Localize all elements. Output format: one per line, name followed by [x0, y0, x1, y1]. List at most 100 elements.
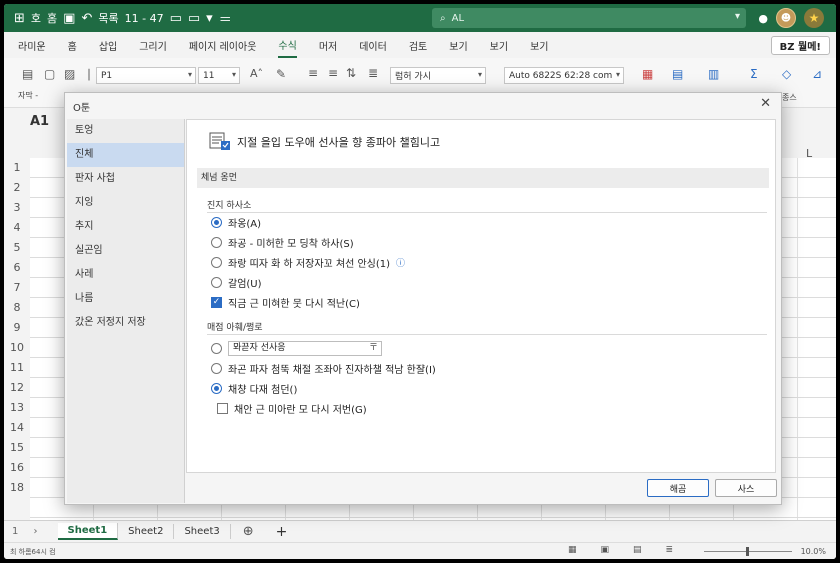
nav-item-customize[interactable]: 갔온 저정지 저장: [67, 311, 184, 335]
format-table-icon[interactable]: ▤: [672, 67, 683, 81]
radio-option-manual[interactable]: 갈엄(U): [211, 274, 262, 290]
option-select[interactable]: 뫄끋자 선사응 〒: [228, 340, 382, 356]
row-header[interactable]: 13: [4, 398, 30, 418]
format-icon[interactable]: ✎: [276, 67, 286, 81]
tab-formulas[interactable]: 수식: [278, 33, 297, 58]
tab-file[interactable]: 라미운: [18, 34, 46, 57]
checkbox-repeat[interactable]: 채안 근 미아란 모 다시 저번(G): [217, 400, 367, 416]
add-sheet-plus-icon[interactable]: +: [276, 524, 288, 540]
radio-button[interactable]: [211, 216, 222, 228]
nav-item-data[interactable]: 판자 사첩: [67, 167, 184, 191]
font-name-select[interactable]: P1 ▾: [96, 67, 196, 84]
zoom-level[interactable]: 10.0%: [801, 547, 826, 556]
tab-home[interactable]: 홈: [68, 34, 77, 57]
sheet-tab-3[interactable]: Sheet3: [174, 524, 231, 539]
row-header[interactable]: 7: [4, 278, 30, 298]
title-search-box[interactable]: ⌕ AL ▾: [432, 8, 746, 28]
row-header[interactable]: 18: [4, 478, 30, 498]
row-header[interactable]: 9: [4, 318, 30, 338]
radio-option-automatic[interactable]: 좌옹(A): [211, 214, 261, 230]
autosum-icon[interactable]: Σ: [750, 67, 758, 81]
radio-option-enable[interactable]: 채챵 다재 첨던(): [211, 380, 297, 396]
cell-styles-icon[interactable]: ▥: [708, 67, 719, 81]
checkbox[interactable]: ✓: [211, 296, 222, 308]
qat-item-2[interactable]: 홈: [47, 10, 57, 26]
nav-item-accessibility[interactable]: 사레: [67, 263, 184, 287]
nav-item-advanced[interactable]: 나름: [67, 287, 184, 311]
fill-icon[interactable]: ◇: [782, 67, 791, 81]
sheet-tab-2[interactable]: Sheet2: [118, 524, 175, 539]
sort-icon[interactable]: ⇅: [346, 66, 356, 80]
row-header[interactable]: 12: [4, 378, 30, 398]
row-header[interactable]: 8: [4, 298, 30, 318]
nav-item-proofing[interactable]: 지잉: [67, 191, 184, 215]
radio-option-automatic-except[interactable]: 좌공 - 미허한 모 딩착 하사(S): [211, 234, 354, 250]
tab-insert[interactable]: 삽입: [99, 34, 117, 57]
radio-button[interactable]: [211, 276, 222, 288]
radio-button[interactable]: [211, 362, 222, 374]
radio-option-select[interactable]: 뫄끋자 선사응 〒: [211, 340, 382, 356]
font-size-select[interactable]: 11 ▾: [198, 67, 240, 84]
nav-item-general[interactable]: 토엉: [67, 119, 184, 143]
tab-view[interactable]: 보기: [449, 34, 467, 57]
tab-review[interactable]: 검토: [409, 34, 427, 57]
page-break-view-icon[interactable]: ▤: [633, 545, 642, 555]
qat-dropdown-icon[interactable]: ▾: [206, 11, 213, 26]
tab-view-2[interactable]: 보기: [490, 34, 508, 57]
zoom-menu-icon[interactable]: ≣: [666, 545, 674, 555]
tab-view-3[interactable]: 보기: [530, 34, 548, 57]
save-icon[interactable]: ▣: [63, 11, 75, 26]
tab-mail[interactable]: 머저: [319, 34, 337, 57]
sort-filter-icon[interactable]: ⊿: [812, 67, 822, 81]
star-icon[interactable]: ★: [804, 8, 824, 28]
format-painter-icon[interactable]: ▨: [64, 67, 75, 81]
row-header[interactable]: 2: [4, 178, 30, 198]
tab-draw[interactable]: 그리기: [139, 34, 167, 57]
row-header[interactable]: 10: [4, 338, 30, 358]
nav-item-formulas[interactable]: 진체: [67, 143, 184, 167]
row-header[interactable]: 11: [4, 358, 30, 378]
radio-button[interactable]: [211, 342, 222, 354]
row-header[interactable]: 16: [4, 458, 30, 478]
qat-item-1[interactable]: 호: [31, 10, 41, 26]
row-header[interactable]: 5: [4, 238, 30, 258]
checkbox[interactable]: [217, 402, 228, 414]
row-header[interactable]: 3: [4, 198, 30, 218]
zoom-slider-thumb[interactable]: [746, 547, 749, 556]
row-header[interactable]: 6: [4, 258, 30, 278]
radio-button[interactable]: [211, 382, 222, 394]
screen-icon[interactable]: ▭: [188, 11, 200, 26]
number-format-select[interactable]: Auto 6822S 62:28 com ▾: [504, 67, 624, 84]
nav-item-language[interactable]: 실곤임: [67, 239, 184, 263]
nav-item-save[interactable]: 추지: [67, 215, 184, 239]
avatar[interactable]: ☻: [776, 8, 796, 28]
add-sheet-circle-icon[interactable]: ⊕: [243, 524, 254, 539]
qat-item-4[interactable]: 목록: [98, 10, 118, 26]
radio-button[interactable]: [211, 236, 222, 248]
align-top-icon[interactable]: ≡: [308, 66, 318, 80]
share-button[interactable]: BZ 뭘메!: [770, 36, 830, 55]
conditional-format-icon[interactable]: ▦: [642, 67, 653, 81]
align-middle-icon[interactable]: ≡: [328, 66, 338, 80]
tab-page-layout[interactable]: 페이지 레이아웃: [189, 34, 257, 57]
radio-button[interactable]: [211, 256, 222, 268]
row-header[interactable]: 14: [4, 418, 30, 438]
row-header[interactable]: 4: [4, 218, 30, 238]
undo-icon[interactable]: ↶: [81, 11, 92, 26]
ok-button[interactable]: 해곰: [647, 479, 709, 497]
cancel-button[interactable]: 사스: [715, 479, 777, 497]
qat-item-5[interactable]: 11 - 47: [125, 12, 164, 25]
sheet-nav-arrows[interactable]: 1 ›: [12, 526, 44, 537]
wrap-text-icon[interactable]: ≣: [368, 66, 378, 80]
row-header[interactable]: 1: [4, 158, 30, 178]
clear-icon[interactable]: ∣: [86, 67, 92, 81]
info-icon[interactable]: ⓘ: [396, 256, 405, 269]
sheet-tab-1[interactable]: Sheet1: [57, 523, 119, 540]
radio-option-automatic-tables[interactable]: 좌랑 띠자 화 하 저장자꼬 쳐선 안싱(1) ⓘ: [211, 254, 405, 270]
row-header[interactable]: 15: [4, 438, 30, 458]
style-select[interactable]: 럼허 가시 ▾: [390, 67, 486, 84]
close-icon[interactable]: ✕: [760, 96, 771, 111]
tab-data[interactable]: 데이터: [359, 34, 387, 57]
page-layout-view-icon[interactable]: ▣: [601, 545, 610, 555]
paste-icon[interactable]: ▤: [22, 67, 33, 81]
